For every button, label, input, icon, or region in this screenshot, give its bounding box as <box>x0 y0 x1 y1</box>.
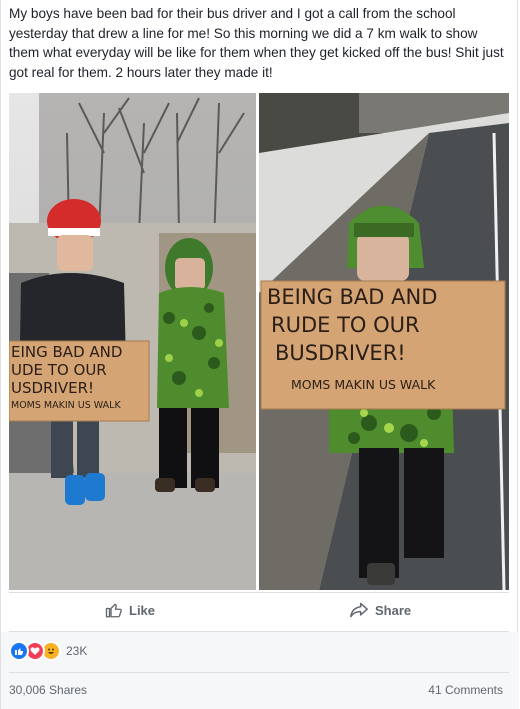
comments-count[interactable]: 41 Comments <box>428 683 503 697</box>
footer-divider <box>9 672 509 673</box>
thumbs-up-icon <box>105 601 123 619</box>
photo-right[interactable]: BEING BAD AND RUDE TO OUR BUSDRIVER! MOM… <box>259 93 509 590</box>
reactions-summary[interactable]: 23K <box>9 640 87 662</box>
shares-count[interactable]: 30,006 Shares <box>9 683 87 697</box>
sign-right-line-3: BUSDRIVER! <box>275 341 406 365</box>
reaction-count: 23K <box>66 644 88 658</box>
share-button[interactable]: Share <box>349 598 411 622</box>
share-label: Share <box>375 602 412 618</box>
photo-gallery: EING BAD AND UDE TO OUR USDRIVER! MOMS M… <box>9 93 509 590</box>
like-button[interactable]: Like <box>105 598 155 622</box>
photo-left[interactable]: EING BAD AND UDE TO OUR USDRIVER! MOMS M… <box>9 93 256 590</box>
sign-left: EING BAD AND UDE TO OUR USDRIVER! MOMS M… <box>9 341 149 421</box>
post-card: My boys have been bad for their bus driv… <box>0 0 519 709</box>
sign-right-line-1: BEING BAD AND <box>267 285 438 309</box>
sign-right-line-4: MOMS MAKIN US WALK <box>291 377 436 392</box>
sign-left-line-1: EING BAD AND <box>11 343 123 361</box>
post-text: My boys have been bad for their bus driv… <box>9 6 504 80</box>
action-divider-top <box>9 592 509 593</box>
like-icon <box>9 641 29 661</box>
sign-right: BEING BAD AND RUDE TO OUR BUSDRIVER! MOM… <box>261 281 505 409</box>
sign-right-line-2: RUDE TO OUR <box>271 313 420 337</box>
sign-left-line-4: MOMS MAKIN US WALK <box>11 400 121 411</box>
sign-left-line-3: USDRIVER! <box>11 379 95 397</box>
share-arrow-icon <box>349 601 369 619</box>
like-label: Like <box>129 602 156 618</box>
sign-left-line-2: UDE TO OUR <box>11 361 107 379</box>
action-divider-bottom <box>9 631 509 632</box>
